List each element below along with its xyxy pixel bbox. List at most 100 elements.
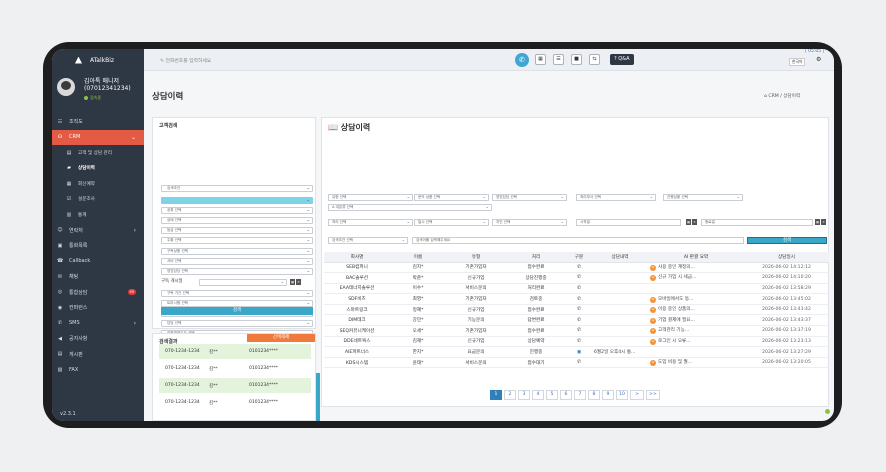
calendar-icon[interactable]: ▦ [686,219,691,225]
sidebar-item-3[interactable]: ▰ 상담이력 [52,161,144,177]
clear-icon[interactable]: ✕ [296,279,301,285]
app-logo[interactable]: ATalkBiz [52,49,144,71]
main-filter-2[interactable]: 영업담당 선택 [492,194,567,201]
deselect-button[interactable]: 선택해제 [247,334,315,342]
calendar-icon[interactable]: ▦ [290,279,295,285]
phone-input[interactable]: ✎ 전화번호를 입력하세요 [160,57,211,64]
table-row[interactable]: SDF비즈 최영* 기존가입자 검토중 ✆ AI 모바일에서도 동... 2026-06-02… [324,293,829,305]
filter-select-4[interactable]: 등급 선택 [161,227,313,234]
customer-search-button[interactable]: 검색 [161,307,313,315]
filter-select-0[interactable]: 검색조건 [161,185,313,192]
sidebar-item-7[interactable]: ☺ 연락처 › [52,223,144,239]
dialpad-button[interactable]: ▦ [535,54,546,65]
page->[interactable]: > [630,390,644,400]
sidebar-item-10[interactable]: ✉ 채팅 [52,269,144,285]
sidebar-item-1[interactable]: ☊ CRM ⌄ [52,129,144,145]
table-row[interactable]: DIM테크 강민* 기능문의 답변완료 ✆ AI 기업 결제에 필요... 2026-06-0… [324,314,829,327]
main-filter-4[interactable]: 진행상황 선택 [663,194,743,201]
gear-icon[interactable]: ⚙ [816,56,821,63]
language-select[interactable]: 한국어 [789,58,806,66]
cell-ai[interactable] [648,346,744,358]
sidebar-item-16[interactable]: ▧ FAX [52,362,144,378]
list-item[interactable]: 070-1234-1234 김** 0101234**** [159,361,311,376]
page-10[interactable]: 10 [616,390,628,400]
hold-button[interactable]: ■ [571,54,582,65]
table-row[interactable]: DDE네트웍스 김재* 신규가입 상담예약 ✆ AI 로그인 시 오류... 2026-06-… [324,336,829,348]
page->>[interactable]: >> [646,390,660,400]
sidebar-item-5[interactable]: ☑ 설문조사 [52,192,144,208]
clear-icon[interactable]: ✕ [692,219,697,225]
sidebar-item-14[interactable]: ◀ 공지사항 [52,331,144,347]
page-9[interactable]: 9 [602,390,614,400]
list-item[interactable]: 070-1234-1234 김** 0101234**** [159,344,311,359]
table-row[interactable]: EAA테너지솔루션 이수* 서비스문의 처리완료 ✆ 2026-06-02 13:58:2… [324,283,829,295]
breadcrumb-home[interactable]: CRM [768,94,778,99]
page-6[interactable]: 6 [560,390,572,400]
sidebar-item-4[interactable]: ▦ 회신예약 [52,176,144,192]
table-row[interactable]: 스마트링크 정혜* 신규가입 접수완료 ✆ AI 이용 중인 상품의... 2026-06-0… [324,304,829,316]
sidebar-item-2[interactable]: ▤ 고객 및 상담 관리 [52,145,144,161]
qa-button[interactable]: ? Q&A [610,54,634,65]
page-5[interactable]: 5 [546,390,558,400]
main-search-button[interactable]: 검색 [747,237,827,244]
table-row[interactable]: AIE파트너스 한지* 요금문의 진행중 ▣ 6월2일 오후4시 통... 2026-06-… [324,346,829,358]
cell-ai[interactable] [648,283,744,295]
main-filter-0[interactable]: 유형 선택 [328,194,413,201]
menu-button[interactable]: ☰ [553,54,564,65]
page-1[interactable]: 1 [490,390,502,400]
page-7[interactable]: 7 [574,390,586,400]
filter-select-6[interactable]: 구독상품 선택 [161,248,313,255]
cell-ai[interactable]: AI 로그인 시 오류... [648,336,744,348]
sidebar-item-12[interactable]: ◉ 컨퍼런스 [52,300,144,316]
cell-ai[interactable]: AI 모바일에서도 동... [648,293,744,305]
page-2[interactable]: 2 [504,390,516,400]
keyword-input[interactable]: 검색어를 입력해주세요 [412,237,744,244]
filter-select2-3[interactable]: 담당 선택 [161,320,313,327]
page-3[interactable]: 3 [518,390,530,400]
filter-select-1[interactable] [161,197,313,204]
filter-select-5[interactable]: 주황 선택 [161,237,313,244]
cell-ai[interactable]: AI 신규 가입 시 세금... [648,272,744,284]
sidebar-item-15[interactable]: ▤ 게시판 [52,347,144,363]
end-date-input[interactable]: 종료일 [701,219,813,226]
cell-ai[interactable]: AI 도입 비용 및 월... [648,357,744,369]
filter-select-3[interactable]: 상태 선택 [161,217,313,224]
sidebar-item-9[interactable]: ☎ Callback [52,254,144,270]
memo-icon[interactable]: ▣ [577,350,581,355]
filter-select-7[interactable]: 서비 선택 [161,258,313,265]
call-button[interactable]: ✆ [515,53,529,67]
cell-ai[interactable]: AI 이용 중인 상품의... [648,304,744,316]
filter-select2-0[interactable]: 구독 기간 선택 [161,290,313,297]
table-row[interactable]: KDS시스템 윤태* 서비스문의 접수대기 ✆ AI 도입 비용 및 월... 2026-06… [324,357,829,369]
sidebar-item-6[interactable]: ▥ 통계 [52,207,144,223]
calendar-icon[interactable]: ▦ [815,219,820,225]
main-filter2-0[interactable]: 처리 선택 [328,219,413,226]
clear-icon[interactable]: ✕ [821,219,826,225]
main-filter2-1[interactable]: 일시 선택 [414,219,489,226]
sidebar-item-11[interactable]: ◎ 통합상담 59 [52,285,144,301]
main-filter-3[interactable]: 처리부서 선택 [576,194,656,201]
keyword-select[interactable]: 검색조건 선택 [328,237,408,244]
page-8[interactable]: 8 [588,390,600,400]
table-row[interactable]: BAC솔루션 박준* 신규가입 상담진행중 ✆ AI 신규 가입 시 세금... 2026-0… [324,272,829,284]
main-filter-1[interactable]: 문의 상품 선택 [414,194,489,201]
start-date-input[interactable]: 시작일 [576,219,681,226]
filter-select-8[interactable]: 영업담당 선택 [161,268,313,275]
main-filter-category[interactable]: A 대분류 선택 [328,204,492,211]
date-input[interactable] [199,279,287,286]
filter-select-2[interactable]: 공휴 선택 [161,207,313,214]
table-row[interactable]: SEB컴퍼니 김지* 기존가입자 접수완료 ✆ AI 사용 중인 계정의... 2026-06… [324,262,829,274]
sidebar-item-0[interactable]: ☷ 조직도 [52,114,144,130]
table-row[interactable]: SEQ커뮤니케이션 오세* 기존가입자 접수완료 ✆ AI 고객관리 기능... 2026-0… [324,325,829,337]
results-scrollbar[interactable] [316,373,320,421]
main-filter2-2[interactable]: 지인 선택 [492,219,567,226]
sidebar-item-13[interactable]: ✆ SMS › [52,316,144,332]
sidebar-item-8[interactable]: ▣ 통화목록 [52,238,144,254]
avatar[interactable] [57,78,75,96]
list-item[interactable]: 070-1234-1234 김** 0101234**** [159,378,311,393]
cell-ai[interactable]: AI 기업 결제에 필요... [648,314,744,327]
list-item[interactable]: 070-1234-1234 김** 0101234**** [159,395,311,410]
cell-ai[interactable]: AI 사용 중인 계정의... [648,262,744,274]
filter-select2-1[interactable]: 트라시행 선택 [161,300,313,307]
page-4[interactable]: 4 [532,390,544,400]
